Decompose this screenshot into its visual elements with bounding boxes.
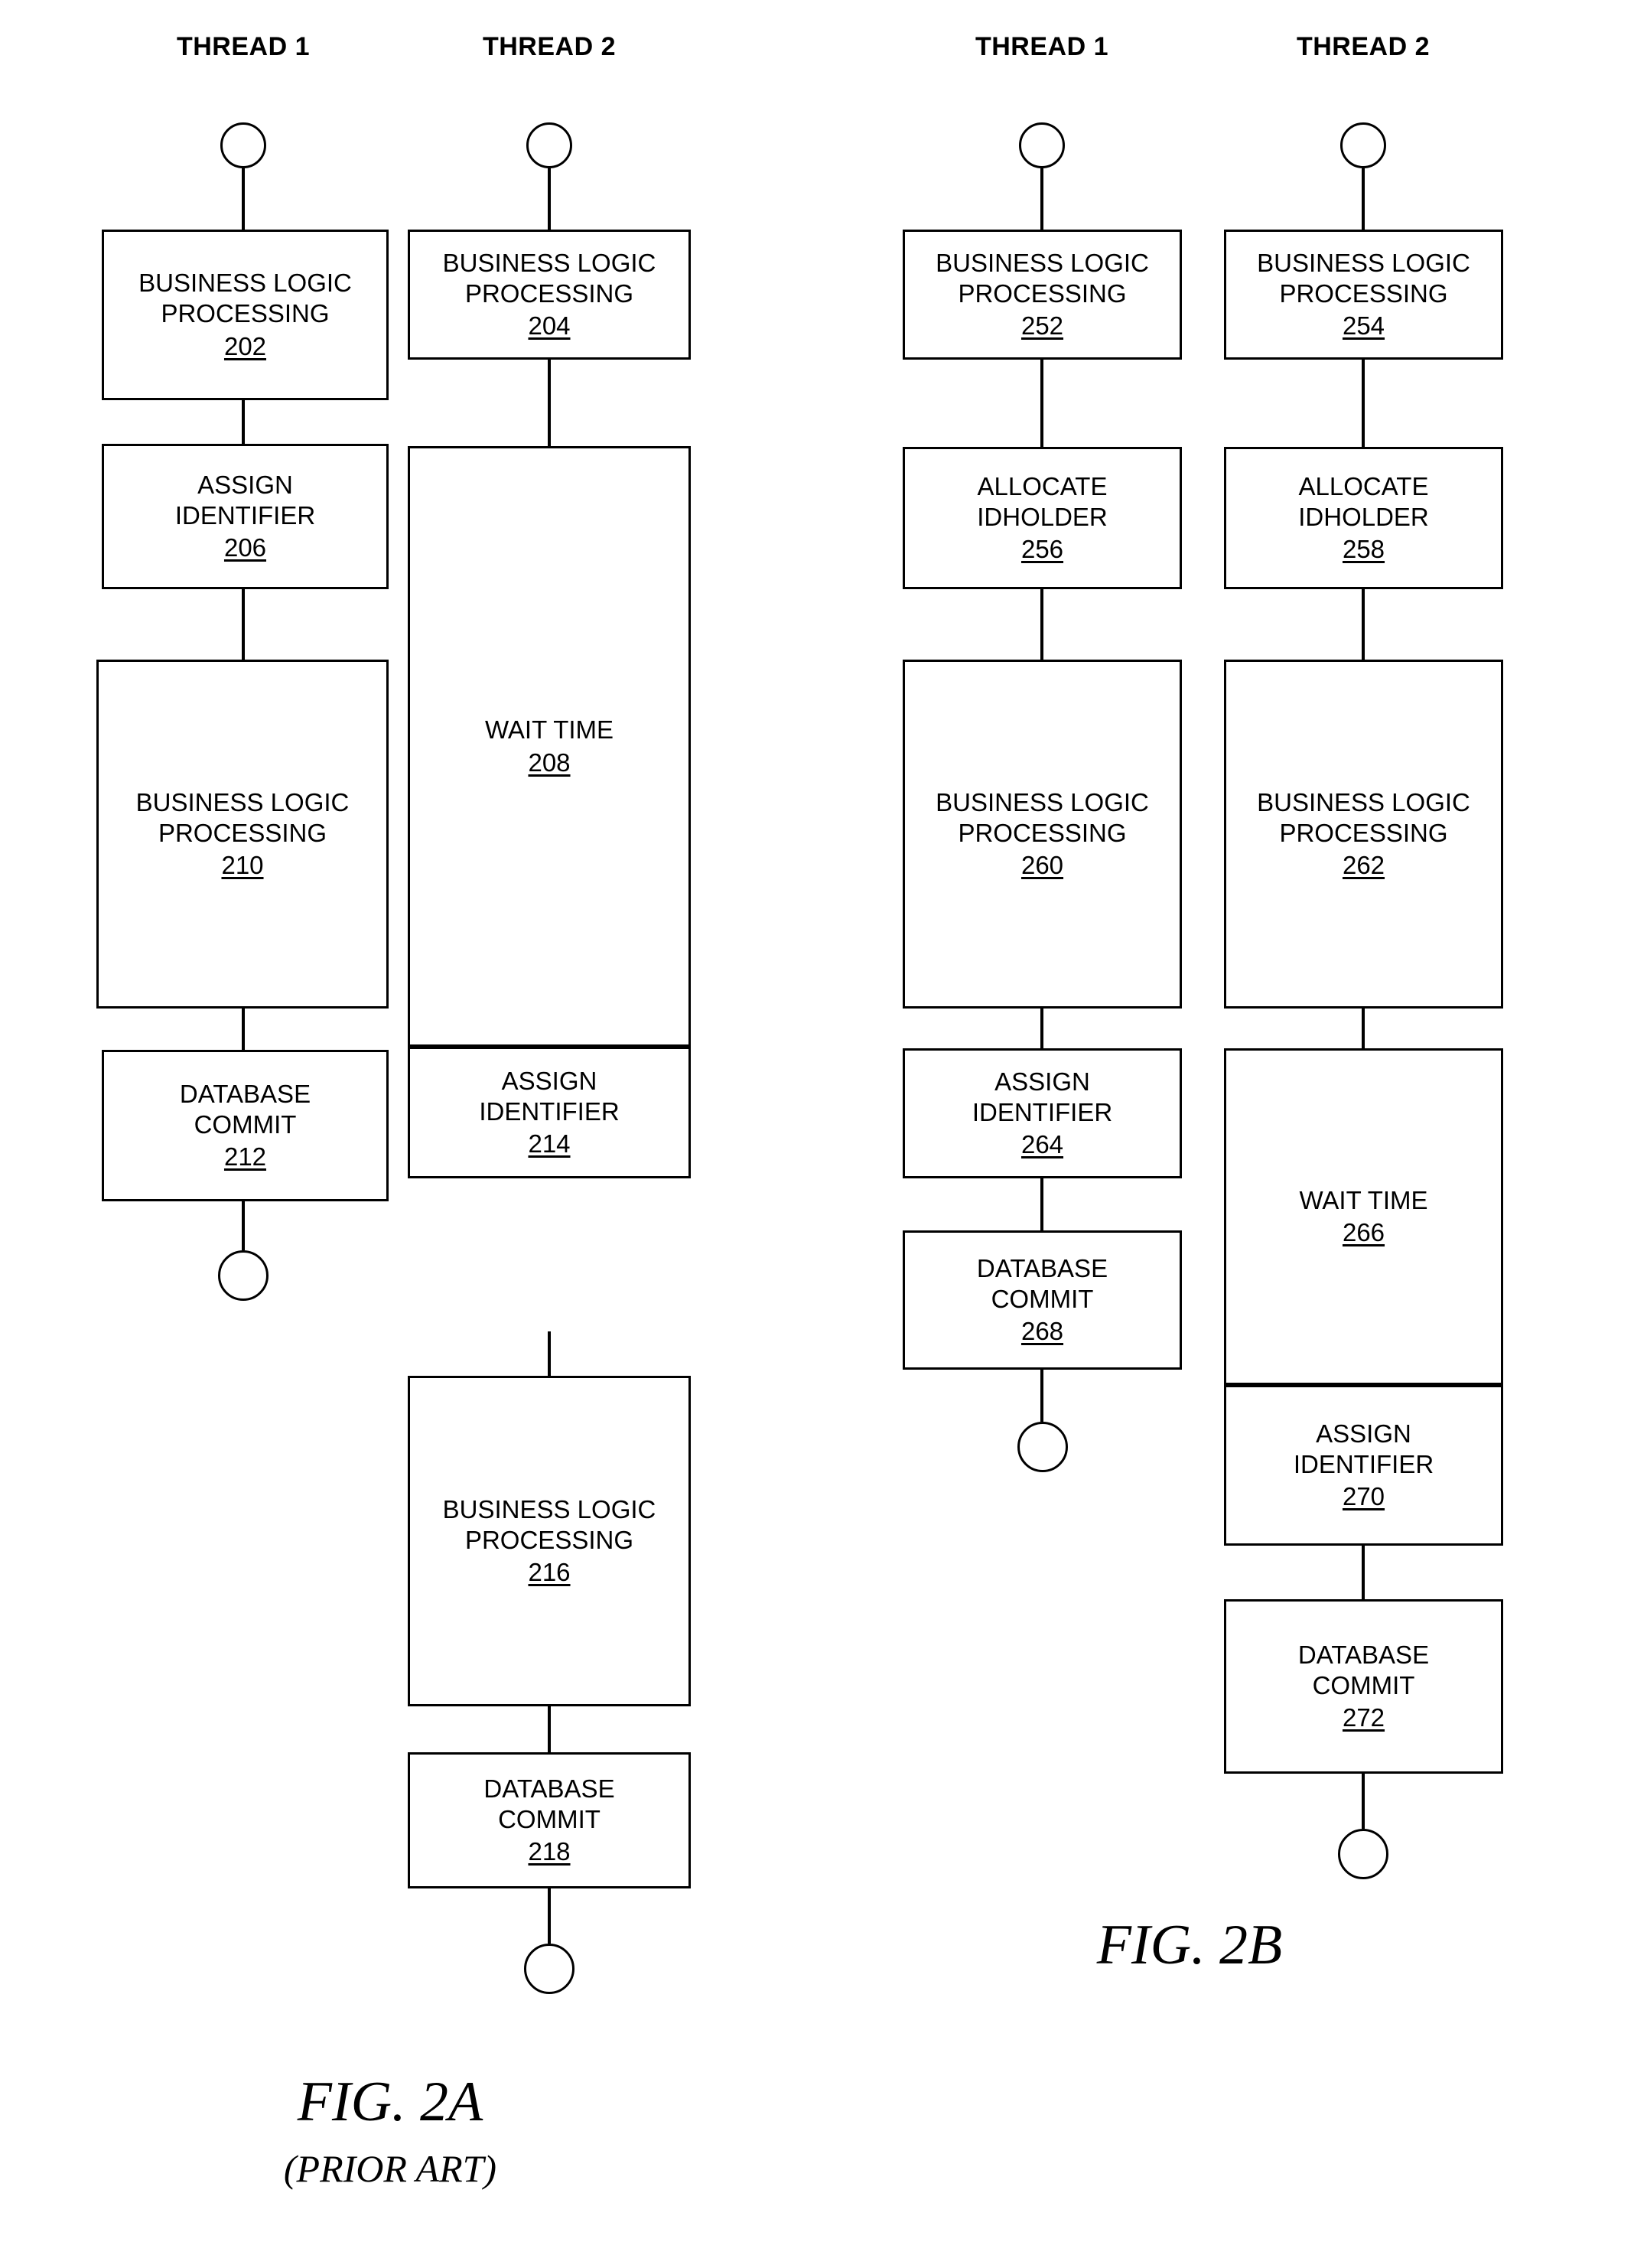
node-ref-204: 204 (528, 311, 571, 341)
process-node-268[interactable]: DATABASE COMMIT 268 (903, 1230, 1182, 1370)
process-node-266[interactable]: WAIT TIME 266 (1224, 1048, 1503, 1385)
process-node-216[interactable]: BUSINESS LOGIC PROCESSING 216 (408, 1376, 691, 1706)
process-node-210[interactable]: BUSINESS LOGIC PROCESSING 210 (96, 660, 389, 1009)
start-terminal-fig2a-thread1 (220, 122, 266, 168)
node-ref-258: 258 (1342, 535, 1385, 564)
end-terminal-fig2a-thread2 (524, 1944, 575, 1994)
node-label-262: BUSINESS LOGIC PROCESSING (1257, 787, 1470, 847)
end-terminal-fig2a-thread1 (218, 1250, 269, 1301)
node-label-214: ASSIGN IDENTIFIER (479, 1066, 620, 1126)
process-node-272[interactable]: DATABASE COMMIT 272 (1224, 1599, 1503, 1774)
process-node-214[interactable]: ASSIGN IDENTIFIER 214 (408, 1047, 691, 1178)
process-node-202[interactable]: BUSINESS LOGIC PROCESSING 202 (102, 230, 389, 400)
thread-header-fig2a-thread1: THREAD 1 (176, 32, 311, 61)
node-label-254: BUSINESS LOGIC PROCESSING (1257, 248, 1470, 308)
start-terminal-fig2b-thread1 (1019, 122, 1065, 168)
node-ref-202: 202 (223, 331, 267, 360)
node-ref-264: 264 (1020, 1130, 1064, 1159)
process-node-204[interactable]: BUSINESS LOGIC PROCESSING 204 (408, 230, 691, 360)
end-terminal-fig2b-thread1 (1017, 1422, 1068, 1472)
node-ref-252: 252 (1020, 311, 1064, 341)
node-label-256: ALLOCATE IDHOLDER (977, 471, 1108, 531)
node-ref-268: 268 (1020, 1317, 1064, 1346)
node-label-270: ASSIGN IDENTIFIER (1293, 1419, 1434, 1478)
node-label-252: BUSINESS LOGIC PROCESSING (936, 248, 1149, 308)
process-node-208[interactable]: WAIT TIME 208 (408, 446, 691, 1047)
end-terminal-fig2b-thread2 (1338, 1829, 1388, 1879)
patent-figure-page: THREAD 1 THREAD 2 BUSINESS LOGIC PROCESS… (0, 0, 1634, 2268)
thread-header-fig2b-thread2: THREAD 2 (1296, 32, 1431, 61)
figure-subcaption-2a: (PRIOR ART) (283, 2147, 497, 2190)
node-label-260: BUSINESS LOGIC PROCESSING (936, 787, 1149, 847)
thread-header-fig2a-thread2: THREAD 2 (482, 32, 617, 61)
node-ref-214: 214 (528, 1129, 571, 1158)
node-label-218: DATABASE COMMIT (483, 1774, 615, 1833)
node-label-202: BUSINESS LOGIC PROCESSING (138, 269, 352, 328)
node-label-272: DATABASE COMMIT (1297, 1640, 1430, 1699)
node-label-216: BUSINESS LOGIC PROCESSING (442, 1494, 656, 1554)
node-label-268: DATABASE COMMIT (976, 1253, 1108, 1313)
node-ref-270: 270 (1342, 1482, 1385, 1511)
node-label-206: ASSIGN IDENTIFIER (174, 470, 316, 530)
node-ref-206: 206 (223, 533, 267, 562)
process-node-270[interactable]: ASSIGN IDENTIFIER 270 (1224, 1385, 1503, 1546)
node-ref-212: 212 (223, 1142, 267, 1171)
process-node-254[interactable]: BUSINESS LOGIC PROCESSING 254 (1224, 230, 1503, 360)
node-label-258: ALLOCATE IDHOLDER (1298, 471, 1429, 531)
node-label-212: DATABASE COMMIT (179, 1079, 311, 1139)
node-ref-260: 260 (1020, 851, 1064, 880)
node-label-204: BUSINESS LOGIC PROCESSING (442, 248, 656, 308)
figure-caption-2b: FIG. 2B (1096, 1914, 1283, 1976)
node-ref-266: 266 (1342, 1218, 1385, 1246)
process-node-262[interactable]: BUSINESS LOGIC PROCESSING 262 (1224, 660, 1503, 1009)
figure-caption-2a: FIG. 2A (297, 2071, 483, 2133)
start-terminal-fig2a-thread2 (526, 122, 572, 168)
node-label-266: WAIT TIME (1299, 1185, 1428, 1214)
node-ref-272: 272 (1342, 1703, 1385, 1732)
process-node-206[interactable]: ASSIGN IDENTIFIER 206 (102, 444, 389, 589)
process-node-218[interactable]: DATABASE COMMIT 218 (408, 1752, 691, 1888)
node-ref-208: 208 (528, 748, 571, 777)
start-terminal-fig2b-thread2 (1340, 122, 1386, 168)
node-ref-262: 262 (1342, 851, 1385, 880)
process-node-212[interactable]: DATABASE COMMIT 212 (102, 1050, 389, 1201)
process-node-256[interactable]: ALLOCATE IDHOLDER 256 (903, 447, 1182, 589)
process-node-260[interactable]: BUSINESS LOGIC PROCESSING 260 (903, 660, 1182, 1009)
node-label-264: ASSIGN IDENTIFIER (972, 1067, 1113, 1126)
node-ref-210: 210 (221, 851, 264, 880)
node-ref-218: 218 (528, 1837, 571, 1866)
node-label-210: BUSINESS LOGIC PROCESSING (135, 787, 350, 847)
thread-header-fig2b-thread1: THREAD 1 (975, 32, 1109, 61)
process-node-252[interactable]: BUSINESS LOGIC PROCESSING 252 (903, 230, 1182, 360)
node-ref-254: 254 (1342, 311, 1385, 341)
process-node-264[interactable]: ASSIGN IDENTIFIER 264 (903, 1048, 1182, 1178)
node-ref-216: 216 (528, 1558, 571, 1587)
node-ref-256: 256 (1020, 535, 1064, 564)
node-label-208: WAIT TIME (484, 715, 614, 745)
process-node-258[interactable]: ALLOCATE IDHOLDER 258 (1224, 447, 1503, 589)
